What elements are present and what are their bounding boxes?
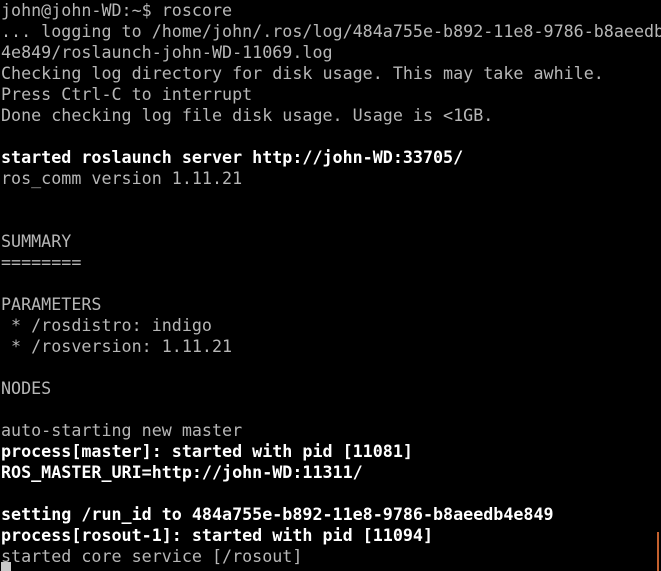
terminal-line: started core service [/rosout] [1,546,303,566]
terminal-line: Press Ctrl-C to interrupt [1,84,253,104]
terminal-line: ROS_MASTER_URI=http://john-WD:11311/ [1,462,363,482]
terminal-line: 4e849/roslaunch-john-WD-11069.log [1,42,333,62]
terminal-line: auto-starting new master [1,420,243,440]
terminal-line: ros_comm version 1.11.21 [1,168,243,188]
terminal-line: NODES [1,378,52,398]
terminal-line: process[rosout-1]: started with pid [110… [1,525,434,545]
terminal-line: setting /run_id to 484a755e-b892-11e8-97… [1,504,554,524]
terminal-line: * /rosdistro: indigo [1,315,212,335]
terminal-line: ======== [1,252,82,272]
terminal-line: SUMMARY [1,231,72,251]
terminal-line: john@john-WD:~$ roscore [1,0,233,20]
terminal-output-pane[interactable]: john@john-WD:~$ roscore... logging to /h… [0,0,661,571]
text-cursor [1,562,11,571]
terminal-line: ... logging to /home/john/.ros/log/484a7… [1,21,661,41]
terminal-line: Checking log directory for disk usage. T… [1,63,604,83]
terminal-line: * /rosversion: 1.11.21 [1,336,233,356]
terminal-line: Done checking log file disk usage. Usage… [1,105,494,125]
terminal-scrollback: john@john-WD:~$ roscore... logging to /h… [1,0,661,567]
terminal-line: process[master]: started with pid [11081… [1,441,413,461]
window-edge-accent-strip [657,532,659,571]
terminal-line: started roslaunch server http://john-WD:… [1,147,464,167]
terminal-line: PARAMETERS [1,294,102,314]
